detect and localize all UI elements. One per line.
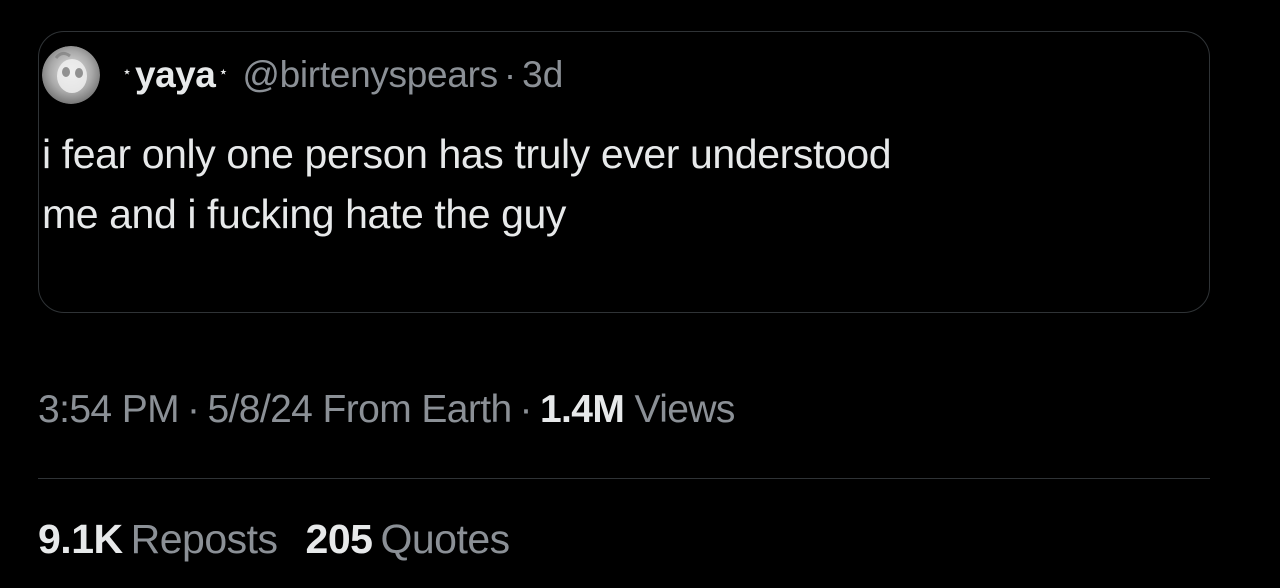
star-left-glyph: ⋆	[122, 64, 133, 81]
post-time[interactable]: 3:54 PM	[38, 388, 180, 431]
quotes-stat[interactable]: 205 Quotes	[305, 516, 511, 563]
post-date-source: 5/8/24 From Earth	[207, 388, 512, 431]
quoted-tweet-text-line: me and i fucking hate the guy	[42, 191, 567, 237]
star-right-glyph: ⋆	[218, 64, 229, 81]
user-handle[interactable]: @birtenyspears	[242, 54, 498, 96]
separator-dot: ·	[187, 388, 200, 431]
user-name-group[interactable]: ⋆ yaya ⋆	[122, 54, 228, 96]
reposts-count: 9.1K	[38, 516, 123, 562]
tweet-detail: ⋆ yaya ⋆ @birtenyspears · 3d i fear only…	[0, 0, 1280, 588]
quoted-tweet-text-line: i fear only one person has truly ever un…	[42, 131, 892, 177]
separator-dot: ·	[503, 54, 517, 95]
reposts-stat[interactable]: 9.1K Reposts	[38, 516, 278, 563]
engagement-stats: 9.1K Reposts 205 Quotes	[38, 516, 510, 563]
divider	[38, 478, 1210, 479]
user-avatar-icon[interactable]	[42, 46, 100, 104]
quotes-label: Quotes	[380, 516, 510, 562]
quoted-tweet-text: i fear only one person has truly ever un…	[42, 124, 1142, 244]
reposts-label: Reposts	[130, 516, 278, 562]
views-label: Views	[634, 388, 736, 431]
tweet-meta: 3:54 PM · 5/8/24 From Earth · 1.4M Views	[38, 388, 735, 432]
quotes-count: 205	[305, 516, 373, 562]
display-name[interactable]: yaya	[135, 54, 216, 96]
quoted-tweet-header: ⋆ yaya ⋆ @birtenyspears · 3d	[42, 46, 563, 104]
separator-dot: ·	[519, 388, 533, 431]
views-count: 1.4M	[539, 388, 625, 431]
post-age[interactable]: 3d	[522, 54, 563, 96]
